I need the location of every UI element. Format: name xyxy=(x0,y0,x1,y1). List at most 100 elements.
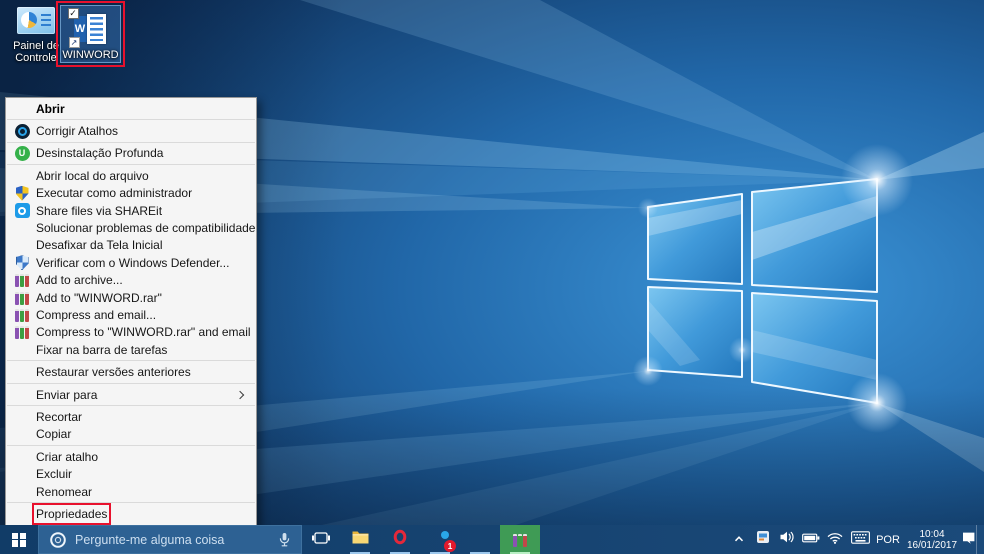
taskbar-empty-space xyxy=(540,525,727,554)
menu-item-label: Executar como administrador xyxy=(36,186,193,201)
menu-separator xyxy=(7,164,255,166)
menu-item-recortar[interactable]: Recortar xyxy=(6,408,256,425)
menu-item-criar-atalho[interactable]: Criar atalho xyxy=(6,448,256,465)
menu-icon-spacer xyxy=(14,387,30,403)
uac-shield-icon xyxy=(14,185,30,201)
volume-icon xyxy=(779,529,795,550)
control-panel-icon xyxy=(17,7,55,34)
menu-item-enviar-para[interactable]: Enviar para xyxy=(6,386,256,403)
menu-item-corrigir-atalhos[interactable]: Corrigir Atalhos xyxy=(6,122,256,139)
winrar-icon xyxy=(512,533,528,547)
menu-icon-spacer xyxy=(14,237,30,253)
tray-wifi-button[interactable] xyxy=(823,525,847,554)
folder-icon xyxy=(352,530,369,549)
tray-touch-keyboard-button[interactable] xyxy=(847,525,873,554)
menu-item-excluir[interactable]: Excluir xyxy=(6,465,256,482)
menu-item-abrir-local-do-arquivo[interactable]: Abrir local do arquivo xyxy=(6,167,256,184)
menu-icon-spacer xyxy=(14,364,30,380)
search-input[interactable] xyxy=(73,531,274,548)
checkbox-icon[interactable] xyxy=(67,8,79,19)
menu-separator xyxy=(7,360,255,362)
menu-item-label: Abrir local do arquivo xyxy=(36,168,149,183)
menu-item-copiar[interactable]: Copiar xyxy=(6,426,256,443)
tray-tray-app-button[interactable] xyxy=(751,525,775,554)
menu-item-renomear[interactable]: Renomear xyxy=(6,483,256,500)
show-desktop-button[interactable] xyxy=(976,525,984,554)
menu-icon-spacer xyxy=(14,466,30,482)
menu-item-add-to-archive[interactable]: Add to archive... xyxy=(6,272,256,289)
taskbar-app-document-app[interactable] xyxy=(460,525,500,554)
menu-item-compress-to-winword-rar-and-email[interactable]: Compress to "WINWORD.rar" and email xyxy=(6,324,256,341)
menu-item-restaurar-versoes-anteriores[interactable]: Restaurar versões anteriores xyxy=(6,363,256,380)
taskbar-app-file-explorer[interactable] xyxy=(340,525,380,554)
language-indicator[interactable]: POR xyxy=(873,525,903,554)
menu-item-desinstalacao-profunda[interactable]: Desinstalação Profunda xyxy=(6,145,256,162)
tray-volume-button[interactable] xyxy=(775,525,799,554)
task-view-button[interactable] xyxy=(302,525,340,554)
winrar-icon xyxy=(14,272,30,288)
context-menu: Abrir Corrigir Atalhos Desinstalação Profu… xyxy=(5,97,257,526)
cortana-search-box[interactable] xyxy=(38,525,302,554)
chevron-right-icon xyxy=(235,390,245,399)
menu-item-label: Criar atalho xyxy=(36,449,99,464)
taskbar-app-winrar[interactable] xyxy=(500,525,540,554)
action-center-icon xyxy=(961,530,976,550)
menu-item-verificar-com-o-windows-defender[interactable]: Verificar com o Windows Defender... xyxy=(6,254,256,271)
desktop-icon-painel-de-controle[interactable]: Painel de Controle xyxy=(12,7,60,64)
defender-icon xyxy=(14,255,30,271)
system-tray xyxy=(727,525,873,554)
menu-item-label: Corrigir Atalhos xyxy=(36,124,119,139)
windows-logo-icon xyxy=(12,532,26,547)
clock-date: 16/01/2017 xyxy=(906,539,958,551)
menu-item-compress-and-email[interactable]: Compress and email... xyxy=(6,306,256,323)
taskbar-app-opera[interactable] xyxy=(380,525,420,554)
opera-icon xyxy=(392,529,408,550)
winrar-icon xyxy=(14,324,30,340)
start-button[interactable] xyxy=(0,525,38,554)
menu-item-desafixar-da-tela-inicial[interactable]: Desafixar da Tela Inicial xyxy=(6,237,256,254)
tray-app-icon xyxy=(756,530,770,549)
menu-item-label: Compress and email... xyxy=(36,307,157,322)
menu-icon-spacer xyxy=(14,506,30,522)
desktop-icon-winword[interactable]: WINWORD xyxy=(60,5,121,63)
desktop-icon-label: Painel de Controle xyxy=(13,40,59,64)
menu-item-add-to-winword-rar[interactable]: Add to "WINWORD.rar" xyxy=(6,289,256,306)
menu-item-propriedades[interactable]: Propriedades xyxy=(6,502,256,525)
menu-icon-spacer xyxy=(14,449,30,465)
shortcut-arrow-icon xyxy=(68,37,80,48)
notification-badge: 1 xyxy=(444,540,456,552)
winword-annotation-box: WINWORD xyxy=(56,1,125,67)
menu-item-abrir[interactable]: Abrir xyxy=(6,100,256,117)
menu-separator xyxy=(7,405,255,407)
menu-item-fixar-na-barra-de-tarefas[interactable]: Fixar na barra de tarefas xyxy=(6,341,256,358)
uninstaller-icon xyxy=(14,145,30,161)
winrar-icon xyxy=(14,290,30,306)
shareit-icon xyxy=(14,203,30,219)
taskbar: 1 POR 10:04 16/01/2017 xyxy=(0,525,984,554)
taskbar-app-shareit[interactable]: 1 xyxy=(420,525,460,554)
menu-item-label: Fixar na barra de tarefas xyxy=(36,342,168,357)
menu-item-label: Restaurar versões anteriores xyxy=(36,365,191,380)
cortana-icon xyxy=(49,531,67,549)
menu-separator xyxy=(7,119,255,121)
wifi-icon xyxy=(827,531,843,549)
menu-item-label: Recortar xyxy=(36,409,83,424)
chevron-up-icon xyxy=(733,531,745,549)
menu-item-share-files-via-shareit[interactable]: Share files via SHAREit xyxy=(6,202,256,219)
menu-item-executar-como-administrador[interactable]: Executar como administrador xyxy=(6,185,256,202)
tray-battery-button[interactable] xyxy=(799,525,823,554)
menu-item-solucionar-problemas-de-compatibilidade[interactable]: Solucionar problemas de compatibilidade xyxy=(6,219,256,236)
menu-item-label: Share files via SHAREit xyxy=(36,203,163,218)
clock[interactable]: 10:04 16/01/2017 xyxy=(903,525,961,554)
action-center-button[interactable] xyxy=(961,525,976,554)
word-page xyxy=(86,14,106,44)
microphone-icon[interactable] xyxy=(278,532,291,548)
keyboard-icon xyxy=(850,530,870,549)
tray-hidden-icons-button[interactable] xyxy=(727,525,751,554)
menu-icon-spacer xyxy=(14,409,30,425)
clock-time: 10:04 xyxy=(919,528,945,540)
menu-item-label: Copiar xyxy=(36,427,72,442)
shortcut-fixer-icon xyxy=(14,123,30,139)
menu-icon-spacer xyxy=(14,342,30,358)
menu-item-label: Desinstalação Profunda xyxy=(36,146,164,161)
